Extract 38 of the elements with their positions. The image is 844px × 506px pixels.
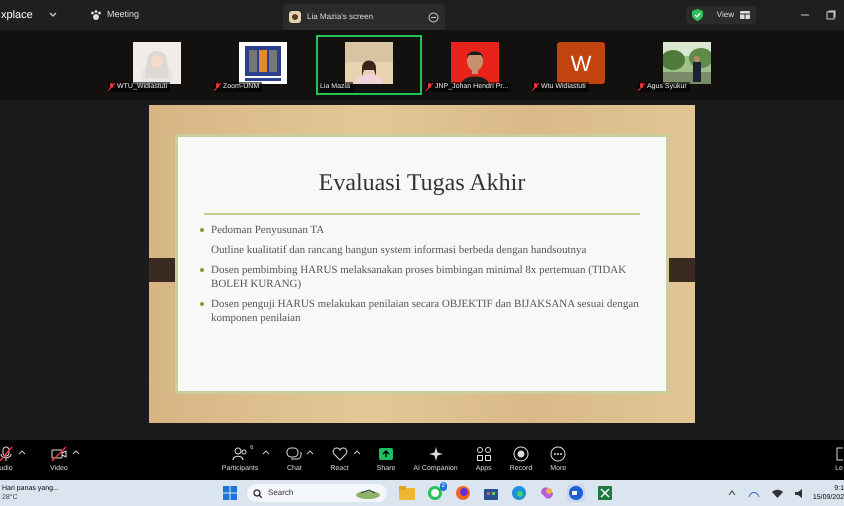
slide-text: Dosen pembimbing HARUS melaksanakan proses bimbingan minimal 8x pertemuan (TIDAK BOLEH KURANG) [211,263,628,291]
wifi-icon[interactable] [772,488,783,498]
meeting-tab[interactable]: Meeting [86,4,144,26]
avatar-letter: W [557,42,605,84]
more-icon [550,446,566,462]
restore-icon[interactable] [826,10,836,20]
share-tab[interactable]: Lia Mazia's screen [283,4,446,30]
speaker-icon[interactable] [794,488,805,498]
people-icon [232,446,248,462]
slide-text: Dosen penguji HARUS melakukan penilaian secara OBJEKTIF dan BIJAKSANA sesuai dengan komponen penilaian [211,297,640,325]
chat-icon [286,446,302,462]
slide-title: Evaluasi Tugas Akhir [318,169,526,198]
shield-check-icon [692,9,703,21]
video-app-icon[interactable] [567,484,585,502]
slide-text: Outline kualitatif dan rancang bangun system informasi berbeda dengan handsoutnya [211,243,586,257]
grid-icon [740,11,750,19]
view-button[interactable]: View [686,6,756,24]
search-field[interactable]: Search [247,484,387,502]
slide-text: Pedoman Penyusunan TA [211,223,324,237]
search-icon [253,488,262,498]
app-name: xplace [0,8,34,23]
share-icon [378,446,394,462]
apps-icon [476,446,492,462]
caret-icon[interactable] [262,448,270,457]
sparkle-icon [428,446,444,462]
caret-icon[interactable] [352,448,361,457]
spreadsheet-icon[interactable] [597,485,613,501]
person-icon [289,11,302,23]
caret-icon[interactable] [72,448,80,457]
paw-icon [90,9,102,21]
minus-circle-icon[interactable] [428,12,440,22]
windows-icon[interactable] [223,486,237,500]
record-icon [512,446,529,462]
caret-icon[interactable] [728,489,736,497]
caret-icon[interactable] [18,448,26,457]
heart-icon [332,446,348,462]
caret-icon[interactable] [306,448,314,457]
browser-icon[interactable] [511,485,527,501]
